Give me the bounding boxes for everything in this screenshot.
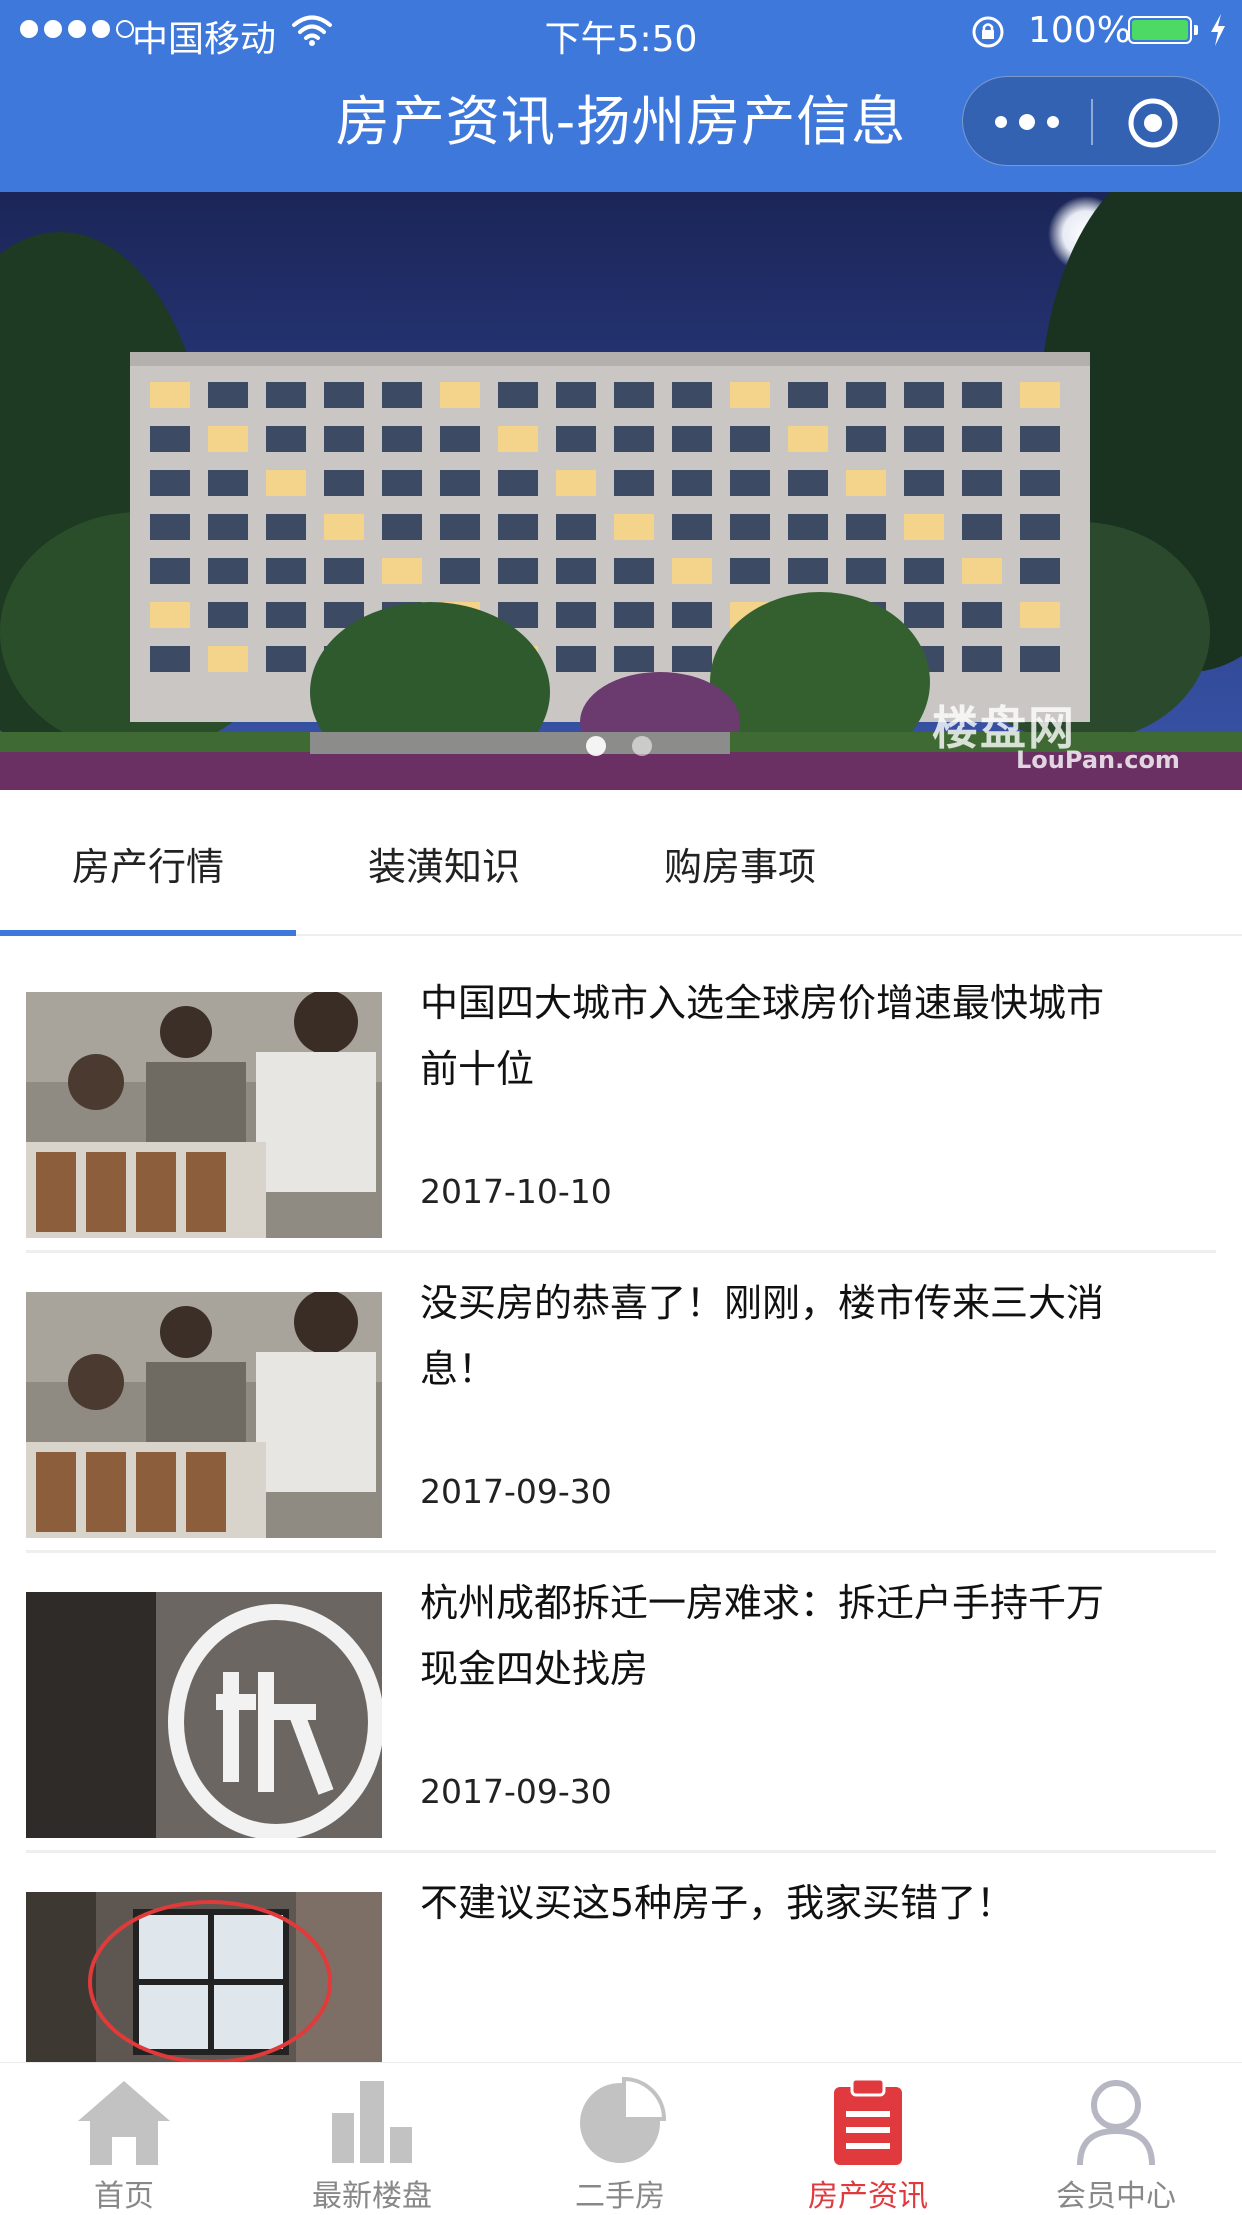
news-thumbnail [26,1292,382,1538]
miniprogram-capsule [962,76,1220,166]
news-title: 中国四大城市入选全球房价增速最快城市前十位 [420,981,1105,1091]
battery-icon [1128,16,1192,44]
close-miniprogram-button[interactable] [1127,97,1179,149]
bar-chart-icon [332,2081,412,2163]
news-list: 中国四大城市入选全球房价增速最快城市前十位 2017-10-10 没买房的恭喜了… [0,952,1242,2062]
banner-carousel[interactable]: 楼盘网 LouPan.com [0,192,1242,790]
tabbar-item-news[interactable]: 房产资讯 [744,2063,992,2214]
rotation-lock-icon [972,16,1004,48]
news-thumbnail [26,992,382,1238]
category-tabs: 房产行情 装潢知识 购房事项 [0,790,1242,936]
tabbar-label: 会员中心 [1056,2179,1176,2214]
carousel-indicator [586,736,652,756]
active-tab-indicator [0,930,296,936]
tabbar-item-new-listings[interactable]: 最新楼盘 [248,2063,496,2214]
more-menu-button[interactable] [995,107,1059,137]
tabbar-label: 最新楼盘 [312,2179,432,2214]
news-date: 2017-09-30 [420,1772,612,1811]
pie-chart-icon [580,2077,667,2163]
banner-watermark: 楼盘网 LouPan.com [932,701,1180,774]
capsule-divider [1091,99,1093,145]
tabbar-label: 房产资讯 [808,2179,928,2214]
clipboard-icon [834,2077,902,2165]
tab-market[interactable]: 房产行情 [72,836,224,891]
news-item[interactable]: 不建议买这5种房子，我家买错了！ [26,1852,1216,2062]
home-icon [78,2081,170,2165]
news-item[interactable]: 没买房的恭喜了！刚刚，楼市传来三大消息！ 2017-09-30 [26,1252,1216,1553]
news-title: 不建议买这5种房子，我家买错了！ [420,1881,1015,1925]
status-bar: 中国移动 下午5:50 100% [0,0,1242,62]
carousel-dot[interactable] [586,736,606,756]
news-thumbnail [26,1892,382,2062]
tabbar-label: 首页 [94,2179,154,2214]
battery-percent: 100% [1028,10,1131,51]
tabbar-item-second-hand[interactable]: 二手房 [496,2063,744,2214]
tabbar-item-home[interactable]: 首页 [0,2063,248,2214]
charging-bolt-icon [1211,14,1225,46]
news-thumbnail [26,1592,382,1838]
news-title: 杭州成都拆迁一房难求：拆迁户手持千万现金四处找房 [420,1581,1105,1691]
tab-purchase-tips[interactable]: 购房事项 [664,836,816,891]
news-date: 2017-09-30 [420,1472,612,1511]
carousel-dot[interactable] [632,736,652,756]
news-item[interactable]: 中国四大城市入选全球房价增速最快城市前十位 2017-10-10 [26,952,1216,1253]
tabbar-label: 二手房 [575,2179,665,2214]
news-date: 2017-10-10 [420,1172,612,1211]
top-bar: 中国移动 下午5:50 100% 房产资讯-扬州房产信息 [0,0,1242,192]
user-icon [1077,2080,1155,2166]
battery-tip [1194,25,1198,35]
tabbar-item-member[interactable]: 会员中心 [992,2063,1240,2214]
news-title: 没买房的恭喜了！刚刚，楼市传来三大消息！ [420,1281,1105,1391]
news-item[interactable]: 杭州成都拆迁一房难求：拆迁户手持千万现金四处找房 2017-09-30 [26,1552,1216,1853]
tab-decoration[interactable]: 装潢知识 [368,836,520,891]
bottom-tab-bar: 首页 最新楼盘 二手房 房产资讯 会员中心 [0,2062,1242,2214]
